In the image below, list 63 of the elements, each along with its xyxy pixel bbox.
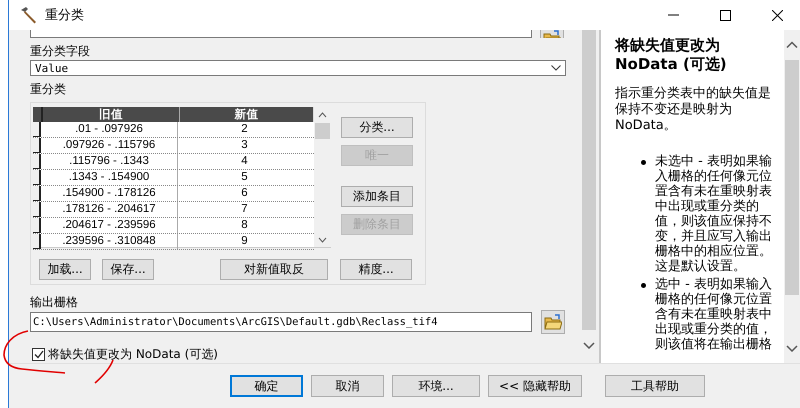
reclass-field-dropdown[interactable]: Value (30, 60, 566, 76)
row-header[interactable] (33, 154, 41, 169)
checkbox[interactable] (32, 348, 45, 361)
action-button[interactable]: 保存... (102, 259, 154, 280)
table-cell-text: 5 (240, 170, 249, 185)
table-cell: .1343 - .154900 (41, 170, 178, 185)
table-cell: .154900 - .178126 (41, 186, 178, 201)
close-icon (772, 10, 782, 20)
row-header[interactable] (33, 186, 41, 201)
help-paragraph: 指示重分类表中的缺失值是保持不变还是映射为NoData。 (615, 86, 772, 134)
scrollbar-thumb[interactable] (315, 123, 330, 139)
row-header[interactable] (33, 234, 41, 249)
table-cell-text: 6 (240, 186, 249, 201)
dialog-button[interactable]: << 隐藏帮助 (488, 375, 582, 397)
action-button[interactable]: 分类... (341, 117, 413, 138)
dialog-button[interactable]: 确定 (230, 375, 303, 397)
table-cell: .01 - .097926 (41, 122, 178, 137)
maximize-icon (720, 10, 730, 20)
table-cell: .097926 - .115796 (41, 138, 178, 153)
folder-icon (544, 314, 562, 330)
help-bullet: 选中 - 表明如果输入栅格的任何像元位置含有未在重映射表中出现或重分类的值，则该值将在输出栅格 (655, 277, 773, 352)
row-header[interactable] (33, 138, 41, 153)
table-cell-text: 7 (240, 202, 249, 217)
action-button[interactable]: 精度... (340, 259, 412, 280)
table-cell-text: 2 (240, 122, 249, 137)
field-label: 输出栅格 (30, 295, 79, 309)
table-cell: .115796 - .1343 (41, 154, 178, 169)
table-cell-text: 3 (240, 138, 249, 153)
table-cell: .204617 - .239596 (41, 218, 178, 233)
table-label: 重分类 (30, 82, 67, 96)
row-header[interactable] (33, 218, 41, 233)
dialog-button[interactable]: 取消 (311, 375, 384, 397)
dialog-button[interactable]: 环境... (392, 375, 480, 397)
column-header: 旧值 (43, 107, 180, 122)
minimize-icon (668, 14, 678, 16)
action-button[interactable]: 加载... (39, 259, 91, 280)
output-path-field[interactable]: C:\Users\Administrator\Documents\ArcGIS\Default.gdb\Reclass_tif4 (30, 312, 532, 332)
bullet-dot (641, 283, 646, 288)
scrollbar[interactable] (784, 30, 800, 363)
chevron-down-icon (551, 65, 561, 71)
action-button[interactable]: 对新值取反 (220, 259, 328, 280)
browse-button[interactable] (541, 310, 565, 334)
dialog-button[interactable]: 工具帮助 (605, 375, 705, 397)
checkbox-label: 将缺失值更改为 NoData (可选) (48, 346, 218, 363)
table-cell-text: 9 (240, 234, 249, 249)
hammer-icon (19, 6, 39, 24)
bullet-dot (641, 160, 646, 165)
chevron-down-icon (583, 341, 595, 349)
row-header[interactable] (33, 122, 41, 137)
table-cell: .239596 - .310848 (41, 234, 178, 249)
help-bullet: 未选中 - 表明如果输入栅格的任何像元位置含有未在重映射表中出现或重分类的值，则该值应保持不变，并且应写入输出栅格中的相应位置。这是默认设置。 (655, 154, 773, 274)
row-header[interactable] (33, 202, 41, 217)
row-header[interactable] (33, 170, 41, 185)
window-title: 重分类 (45, 7, 85, 24)
table-cell: .178126 - .204617 (41, 202, 178, 217)
table-cell-text: 8 (240, 218, 249, 233)
action-button[interactable]: 添加条目 (341, 186, 413, 207)
chevron-down-icon (786, 344, 798, 352)
chevron-up-icon (786, 41, 798, 49)
table-cell-text: 4 (240, 154, 249, 169)
help-title: 将缺失值更改为 NoData (可选) (615, 36, 728, 74)
input-field[interactable] (30, 30, 532, 38)
field-label: 重分类字段 (30, 44, 91, 58)
